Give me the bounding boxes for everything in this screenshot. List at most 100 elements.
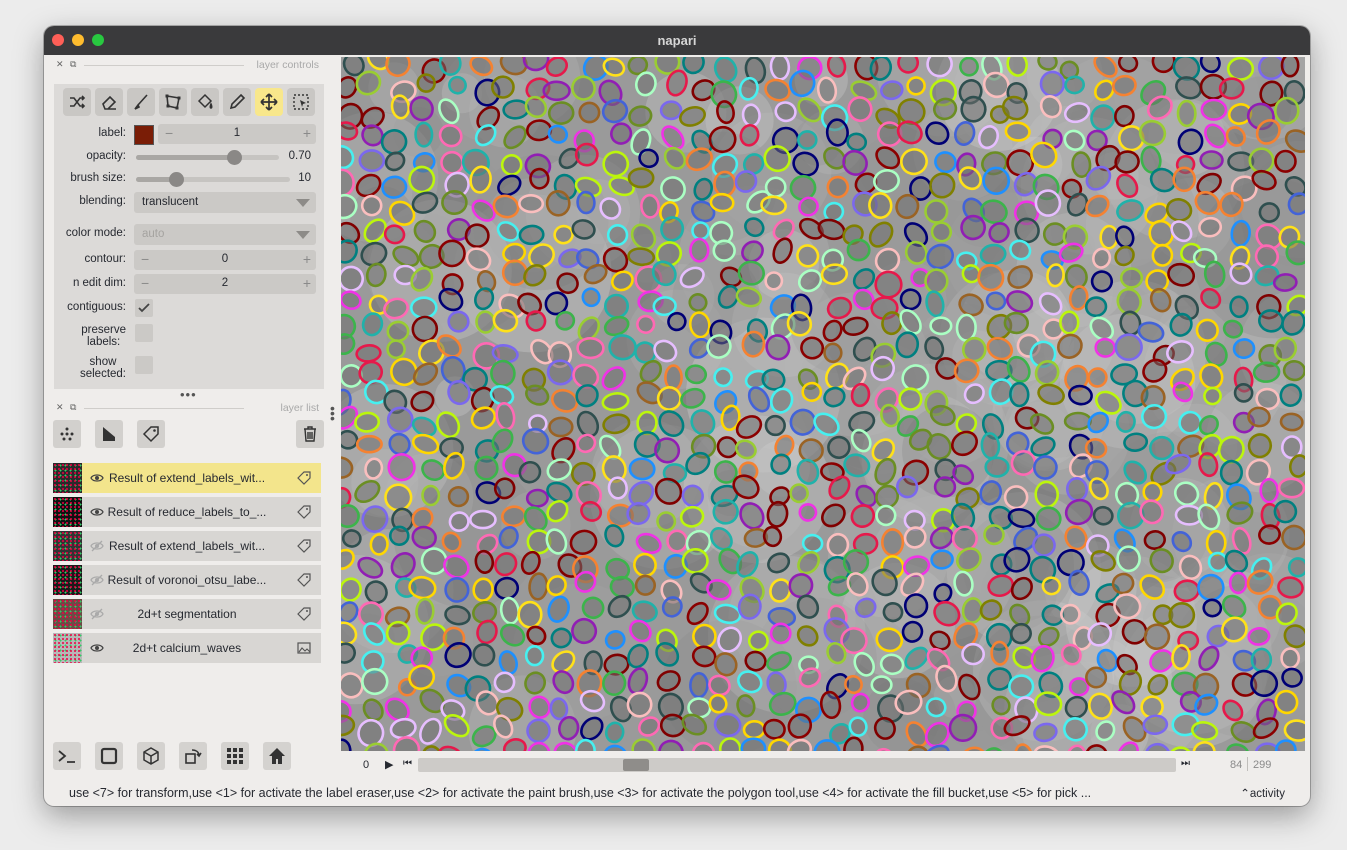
layer-type-indicator [297,505,311,524]
opacity-slider-handle[interactable] [227,150,242,165]
layer-type-indicator [297,641,311,659]
new-shapes-layer-button[interactable] [95,420,123,448]
label-contour [468,509,497,530]
layer-item[interactable]: 2d+t segmentation [53,599,321,629]
label-spinbox[interactable]: − 1 + [158,124,316,144]
step-back-icon[interactable]: ⏮ [403,758,412,769]
layer-item[interactable]: 2d+t calcium_waves [53,633,321,663]
label-contour [517,600,543,629]
layer-name[interactable]: Result of reduce_labels_to_... [107,505,267,519]
time-slider-handle[interactable] [623,759,649,771]
float-dock-icon[interactable]: ⧉ [70,59,76,70]
delete-layer-button[interactable] [296,420,324,448]
label-contour [475,310,496,334]
brush-size-slider[interactable] [136,172,290,187]
layer-thumbnail [53,565,82,595]
layer-item[interactable]: Result of extend_labels_wit... [53,463,321,493]
layer-name[interactable]: 2d+t segmentation [107,607,267,621]
new-points-layer-button[interactable] [53,420,81,448]
layer-type-indicator [297,607,311,626]
label-contour [1226,57,1255,81]
visibility-toggle[interactable] [90,505,104,523]
label-contour [1230,219,1251,247]
minimize-window-button[interactable] [72,34,84,46]
reset-view-button[interactable] [263,742,291,770]
label-contour [1247,406,1271,428]
layer-name[interactable]: Result of extend_labels_wit... [107,539,267,553]
transform-button[interactable] [63,88,91,116]
fill-bucket-button[interactable] [191,88,219,116]
layer-item[interactable]: Result of reduce_labels_to_... [53,497,321,527]
activity-button[interactable]: ⌃activity [1240,786,1285,800]
ndisplay-2d-button[interactable] [95,742,123,770]
label-color-swatch[interactable] [134,125,154,145]
opacity-slider[interactable] [136,150,279,165]
close-dock-icon[interactable]: ✕ [56,402,64,413]
image-canvas[interactable] [341,57,1305,751]
label-contour [1228,571,1248,595]
eraser-button[interactable] [95,88,123,116]
napari-window: napari ✕ ⧉ layer controls label: − 1 + o… [44,26,1310,806]
label-contour [1176,99,1197,128]
time-slider[interactable] [418,758,1176,772]
color-picker-button[interactable] [223,88,251,116]
color-mode-dropdown[interactable]: auto [134,224,316,245]
show-selected-checkbox[interactable] [135,356,153,374]
label-contour [529,167,550,190]
visibility-toggle[interactable] [90,539,104,557]
current-frame-value[interactable]: 84 [1230,759,1242,771]
layer-item[interactable]: Result of extend_labels_wit... [53,531,321,561]
label-contour [1250,647,1273,673]
viewer-splitter-handle[interactable]: • • • [330,401,335,425]
panel-resize-handle[interactable]: ••• [180,387,197,402]
select-button[interactable] [287,88,315,116]
contour-spinbox[interactable]: − 0 + [134,250,316,270]
eye-slash-icon [90,540,104,552]
increment-icon[interactable]: + [303,251,311,267]
close-dock-icon[interactable]: ✕ [56,59,64,70]
visibility-toggle[interactable] [90,607,104,625]
label-contour [470,406,497,430]
maximize-window-button[interactable] [92,34,104,46]
layer-list-header: ✕ ⧉ layer list [56,402,319,414]
label-contour [961,642,985,666]
label-contour [656,511,677,532]
label-contour [1004,121,1031,142]
layer-thumbnail [53,531,82,561]
close-window-button[interactable] [52,34,64,46]
paint-brush-button[interactable] [127,88,155,116]
visibility-toggle[interactable] [90,573,104,591]
step-forward-icon[interactable]: ⏭ [1181,758,1190,769]
layer-name[interactable]: Result of voronoi_otsu_labe... [107,573,267,587]
blending-dropdown[interactable]: translucent [134,192,316,213]
n-edit-dim-spinbox[interactable]: − 2 + [134,274,316,294]
new-labels-layer-button[interactable] [137,420,165,448]
label-contour [1280,647,1301,670]
play-button[interactable]: ▶ [385,758,393,771]
polygon-button[interactable] [159,88,187,116]
visibility-toggle[interactable] [90,471,104,489]
visibility-toggle[interactable] [90,641,104,659]
brush-size-slider-handle[interactable] [169,172,184,187]
float-dock-icon[interactable]: ⧉ [70,402,76,413]
contiguous-checkbox[interactable] [135,299,153,317]
pan-zoom-button[interactable] [255,88,283,116]
ndisplay-3d-button[interactable] [137,742,165,770]
layer-name[interactable]: Result of extend_labels_wit... [107,471,267,485]
preserve-labels-checkbox[interactable] [135,324,153,342]
tag-icon [297,505,311,519]
layer-item[interactable]: Result of voronoi_otsu_labe... [53,565,321,595]
console-button[interactable] [53,742,81,770]
label-contour [341,333,356,356]
increment-icon[interactable]: + [303,275,311,291]
label-contour [1003,485,1029,510]
label-contour [825,118,849,147]
cube-icon [143,747,159,765]
grid-view-button[interactable] [221,742,249,770]
layer-name[interactable]: 2d+t calcium_waves [107,641,267,655]
increment-icon[interactable]: + [303,125,311,141]
layer-type-indicator [297,573,311,592]
roll-dims-button[interactable] [179,742,207,770]
label-contour [1003,311,1029,335]
contour-row: contour: − 0 + [54,250,324,270]
